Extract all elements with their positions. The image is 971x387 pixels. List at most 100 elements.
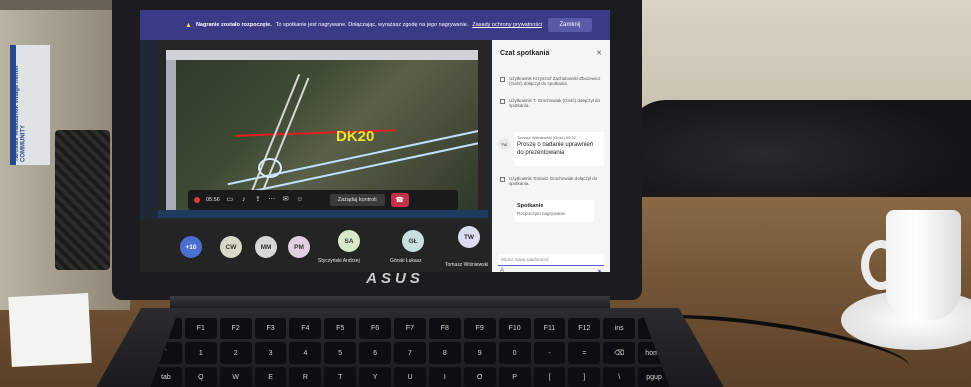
- keyboard-key: U: [394, 367, 426, 387]
- call-timer: 05:56: [206, 197, 220, 203]
- papers: [8, 292, 92, 368]
- privacy-link[interactable]: Zasady ochrony prywatności: [472, 22, 542, 28]
- keyboard-key: ⌫: [603, 342, 636, 364]
- more-icon[interactable]: ⋯: [268, 196, 276, 204]
- cad-toolbar: [166, 50, 478, 60]
- keyboard-key: [: [533, 367, 566, 387]
- keyboard-key: F5: [324, 318, 357, 339]
- people-icon[interactable]: ☺: [296, 196, 304, 204]
- call-control-bar: 05:56 ▭ ♪ ⇪ ⋯ ✉ ☺ Zażądaj kontroli ☎: [188, 190, 458, 210]
- system-message: Użytkownik T. Grochowiak (Gość) dołączył…: [500, 98, 604, 108]
- keyboard-key: -: [533, 342, 566, 364]
- keyboard-key: W: [219, 367, 252, 387]
- keyboard-key: 0: [498, 342, 531, 364]
- keyboard-key: 6: [359, 342, 392, 364]
- keyboard-key: F11: [533, 318, 566, 339]
- laptop-brand-logo: ASUS: [366, 270, 424, 287]
- chat-message: Tomasz Wiśniewski (Gość) 09:22 Proszę o …: [514, 132, 604, 166]
- chat-icon[interactable]: ✉: [282, 196, 290, 204]
- keyboard-key: I: [428, 367, 461, 387]
- roundabout: [258, 158, 282, 178]
- chat-panel: Czat spotkania ✕ Użytkownik Krzysztof Za…: [492, 40, 610, 272]
- coffee-cup: [886, 210, 961, 320]
- banner-title: Nagranie zostało rozpoczęte.: [195, 22, 272, 28]
- chat-input[interactable]: Wpisz nową wiadomość: [498, 254, 604, 266]
- keyboard-key: 4: [289, 342, 322, 364]
- keyboard-key: F8: [428, 318, 461, 339]
- hang-up-button[interactable]: ☎: [390, 193, 409, 207]
- keyboard-key: T: [324, 367, 357, 387]
- meeting-card-title: Spotkanie: [517, 203, 544, 209]
- keyboard-key: F7: [394, 318, 426, 339]
- keyboard-key: R: [289, 367, 322, 387]
- avatar[interactable]: GŁ: [402, 230, 424, 252]
- meeting-card[interactable]: Spotkanie Rozpoczęto nagrywanie: [514, 200, 594, 222]
- keyboard-key: F1: [184, 318, 217, 339]
- keyboard-key: F12: [568, 318, 601, 339]
- close-icon[interactable]: ✕: [596, 49, 602, 57]
- keyboard-key: F3: [254, 318, 287, 339]
- keyboard-key: 2: [219, 342, 252, 364]
- keyboard-key: Q: [184, 367, 217, 387]
- share-icon[interactable]: ⇪: [254, 196, 262, 204]
- keyboard-key: \: [603, 367, 636, 387]
- avatar[interactable]: CW: [220, 236, 242, 258]
- info-icon: [500, 177, 505, 182]
- pen-holder: [55, 130, 110, 270]
- avatar[interactable]: PM: [288, 236, 310, 258]
- participant-name: Styczyński Andrzej: [318, 258, 360, 264]
- keyboard-key: F10: [498, 318, 531, 339]
- keyboard-key: 5: [324, 342, 357, 364]
- message-author: Tomasz Wiśniewski (Gość) 09:22: [517, 135, 576, 140]
- send-icon[interactable]: ➤: [597, 268, 602, 272]
- system-message-text: Użytkownik Krzysztof Zachatowski-Zbożewi…: [509, 76, 601, 86]
- format-icon[interactable]: A: [500, 268, 504, 272]
- phone-icon: ☎: [395, 197, 404, 204]
- laptop-screen: ▲ Nagranie zostało rozpoczęte. To spotka…: [140, 10, 610, 272]
- keyboard-key: 3: [254, 342, 287, 364]
- avatar[interactable]: SA: [338, 230, 360, 252]
- keyboard-key: E: [254, 367, 287, 387]
- keyboard-key: =: [568, 342, 601, 364]
- keyboard-key: F4: [289, 318, 322, 339]
- system-message-text: Użytkownik T. Grochowiak (Gość) dołączył…: [509, 98, 600, 108]
- mic-icon[interactable]: ♪: [240, 196, 248, 204]
- participant-strip: +10 CW MM PM SA GŁ TW Styczyński Andrzej…: [140, 220, 490, 272]
- keyboard-key: ]: [568, 367, 601, 387]
- keyboard-key: 9: [463, 342, 496, 364]
- recording-banner: ▲ Nagranie zostało rozpoczęte. To spotka…: [140, 10, 610, 40]
- keyboard-key: 8: [428, 342, 461, 364]
- road-label: DK20: [336, 128, 375, 145]
- laptop-hinge: [170, 296, 610, 308]
- keyboard-key: F2: [219, 318, 252, 339]
- system-message: Użytkownik Krzysztof Zachatowski-Zbożewi…: [500, 76, 604, 86]
- book-spine-text: Yaroslav Mlakashuk village nemer COMMUNI…: [14, 64, 27, 162]
- participant-name: Tomasz Wiśniewski: [445, 262, 489, 268]
- keyboard-key: 7: [394, 342, 426, 364]
- photo-scene: Yaroslav Mlakashuk village nemer COMMUNI…: [0, 0, 971, 387]
- chat-title: Czat spotkania: [500, 50, 550, 57]
- info-icon: [500, 77, 505, 82]
- avatar[interactable]: MM: [255, 236, 277, 258]
- keyboard-key: ins: [603, 318, 636, 339]
- shared-taskbar: [158, 210, 488, 218]
- keyboard-key: P: [498, 367, 531, 387]
- camera-icon[interactable]: ▭: [226, 196, 234, 204]
- take-control-button[interactable]: Zażądaj kontroli: [329, 194, 385, 206]
- keyboard-key: O: [463, 367, 496, 387]
- shared-screen: DK20 05:56 ▭ ♪ ⇪ ⋯ ✉ ☺ Zażądaj kontroli …: [158, 40, 488, 220]
- warning-icon: ▲: [185, 21, 192, 29]
- close-banner-button[interactable]: Zamknij: [548, 18, 592, 32]
- system-message-text: Użytkownik Tomasz Grochowiak dołączył do…: [509, 176, 598, 186]
- banner-text: To spotkanie jest nagrywane. Dołączając,…: [275, 22, 469, 28]
- system-message: Użytkownik Tomasz Grochowiak dołączył do…: [500, 176, 604, 186]
- keyboard-key: 1: [184, 342, 217, 364]
- message-text: Proszę o nadanie uprawnień do prezentowa…: [517, 142, 594, 156]
- keyboard: escF1F2F3F4F5F6F7F8F9F10F11F12insdel`123…: [150, 318, 670, 387]
- participant-name: Górski Łukasz: [390, 258, 422, 264]
- cad-sidebar: [166, 60, 176, 218]
- keyboard-key: F6: [359, 318, 392, 339]
- recording-icon: [194, 197, 200, 203]
- overflow-count[interactable]: +10: [180, 236, 202, 258]
- avatar[interactable]: TW: [458, 226, 480, 248]
